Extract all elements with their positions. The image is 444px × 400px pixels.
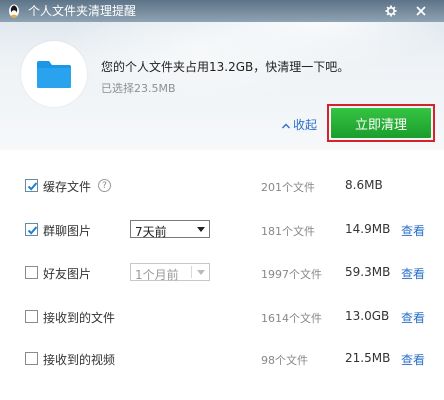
selected-size-text: 已选择23.5MB — [101, 82, 176, 95]
folder-icon — [37, 61, 71, 88]
cache-count: 201个文件 — [261, 181, 315, 194]
received-videos-view-link[interactable]: 查看 — [401, 351, 425, 368]
received-videos-checkbox[interactable] — [25, 352, 38, 365]
received-videos-count: 98个文件 — [261, 354, 308, 367]
friend-images-checkbox[interactable] — [25, 266, 38, 279]
received-files-checkbox[interactable] — [25, 310, 38, 323]
help-icon[interactable]: ? — [98, 179, 111, 192]
cache-size: 8.6MB — [345, 178, 383, 192]
list-item-friend-images: 好友图片 1个月前 1997个文件 59.3MB 查看 — [0, 259, 444, 287]
group-images-label: 群聊图片 — [43, 224, 92, 238]
cleanup-list: 缓存文件 ? 201个文件 8.6MB 群聊图片 7天前 181个文件 14.9… — [0, 150, 444, 400]
received-files-label: 接收到的文件 — [43, 311, 116, 325]
list-item-received-videos: 接收到的视频 98个文件 21.5MB 查看 — [0, 345, 444, 373]
title-bar: 个人文件夹清理提醒 — [0, 0, 444, 22]
window-title: 个人文件夹清理提醒 — [28, 4, 137, 18]
friend-images-period-select[interactable]: 1个月前 — [130, 263, 210, 282]
settings-button[interactable] — [378, 0, 404, 22]
select-divider — [191, 266, 192, 278]
list-item-received-files: 接收到的文件 1614个文件 13.0GB 查看 — [0, 303, 444, 331]
close-button[interactable] — [408, 0, 434, 22]
cache-checkbox[interactable] — [25, 179, 38, 192]
received-files-view-link[interactable]: 查看 — [401, 309, 425, 326]
friend-images-size: 59.3MB — [345, 265, 391, 279]
group-images-count: 181个文件 — [261, 225, 315, 238]
clean-now-button[interactable]: 立即清理 — [331, 108, 431, 138]
collapse-label: 收起 — [293, 118, 318, 132]
received-files-count: 1614个文件 — [261, 312, 322, 325]
received-videos-size: 21.5MB — [345, 351, 391, 365]
folder-badge — [21, 41, 87, 107]
select-value: 7天前 — [135, 225, 167, 239]
close-icon — [416, 6, 426, 16]
group-images-period-select[interactable]: 7天前 — [130, 220, 210, 239]
qq-penguin-icon — [9, 4, 19, 18]
dropdown-arrow-icon — [197, 227, 205, 232]
friend-images-count: 1997个文件 — [261, 268, 322, 281]
friend-images-view-link[interactable]: 查看 — [401, 265, 425, 282]
cache-label: 缓存文件 — [43, 180, 92, 194]
received-files-size: 13.0GB — [345, 309, 390, 323]
checkmark-icon — [27, 182, 38, 191]
group-images-view-link[interactable]: 查看 — [401, 222, 425, 239]
chevron-up-icon — [282, 118, 290, 132]
group-images-size: 14.9MB — [345, 222, 391, 236]
group-images-checkbox[interactable] — [25, 223, 38, 236]
collapse-link[interactable]: 收起 — [282, 116, 317, 133]
storage-message: 您的个人文件夹占用13.2GB，快清理一下吧。 — [101, 60, 350, 74]
list-item-cache: 缓存文件 ? 201个文件 8.6MB — [0, 172, 444, 200]
select-value: 1个月前 — [135, 268, 179, 282]
dropdown-arrow-icon — [197, 270, 205, 275]
received-videos-label: 接收到的视频 — [43, 353, 116, 367]
checkmark-icon — [27, 226, 38, 235]
gear-icon — [385, 5, 397, 17]
header-panel: 个人文件夹清理提醒 您的个人文件夹占用13.2GB，快清理一下吧。 已选择23.… — [0, 0, 444, 150]
friend-images-label: 好友图片 — [43, 267, 92, 281]
list-item-group-images: 群聊图片 7天前 181个文件 14.9MB 查看 — [0, 216, 444, 244]
